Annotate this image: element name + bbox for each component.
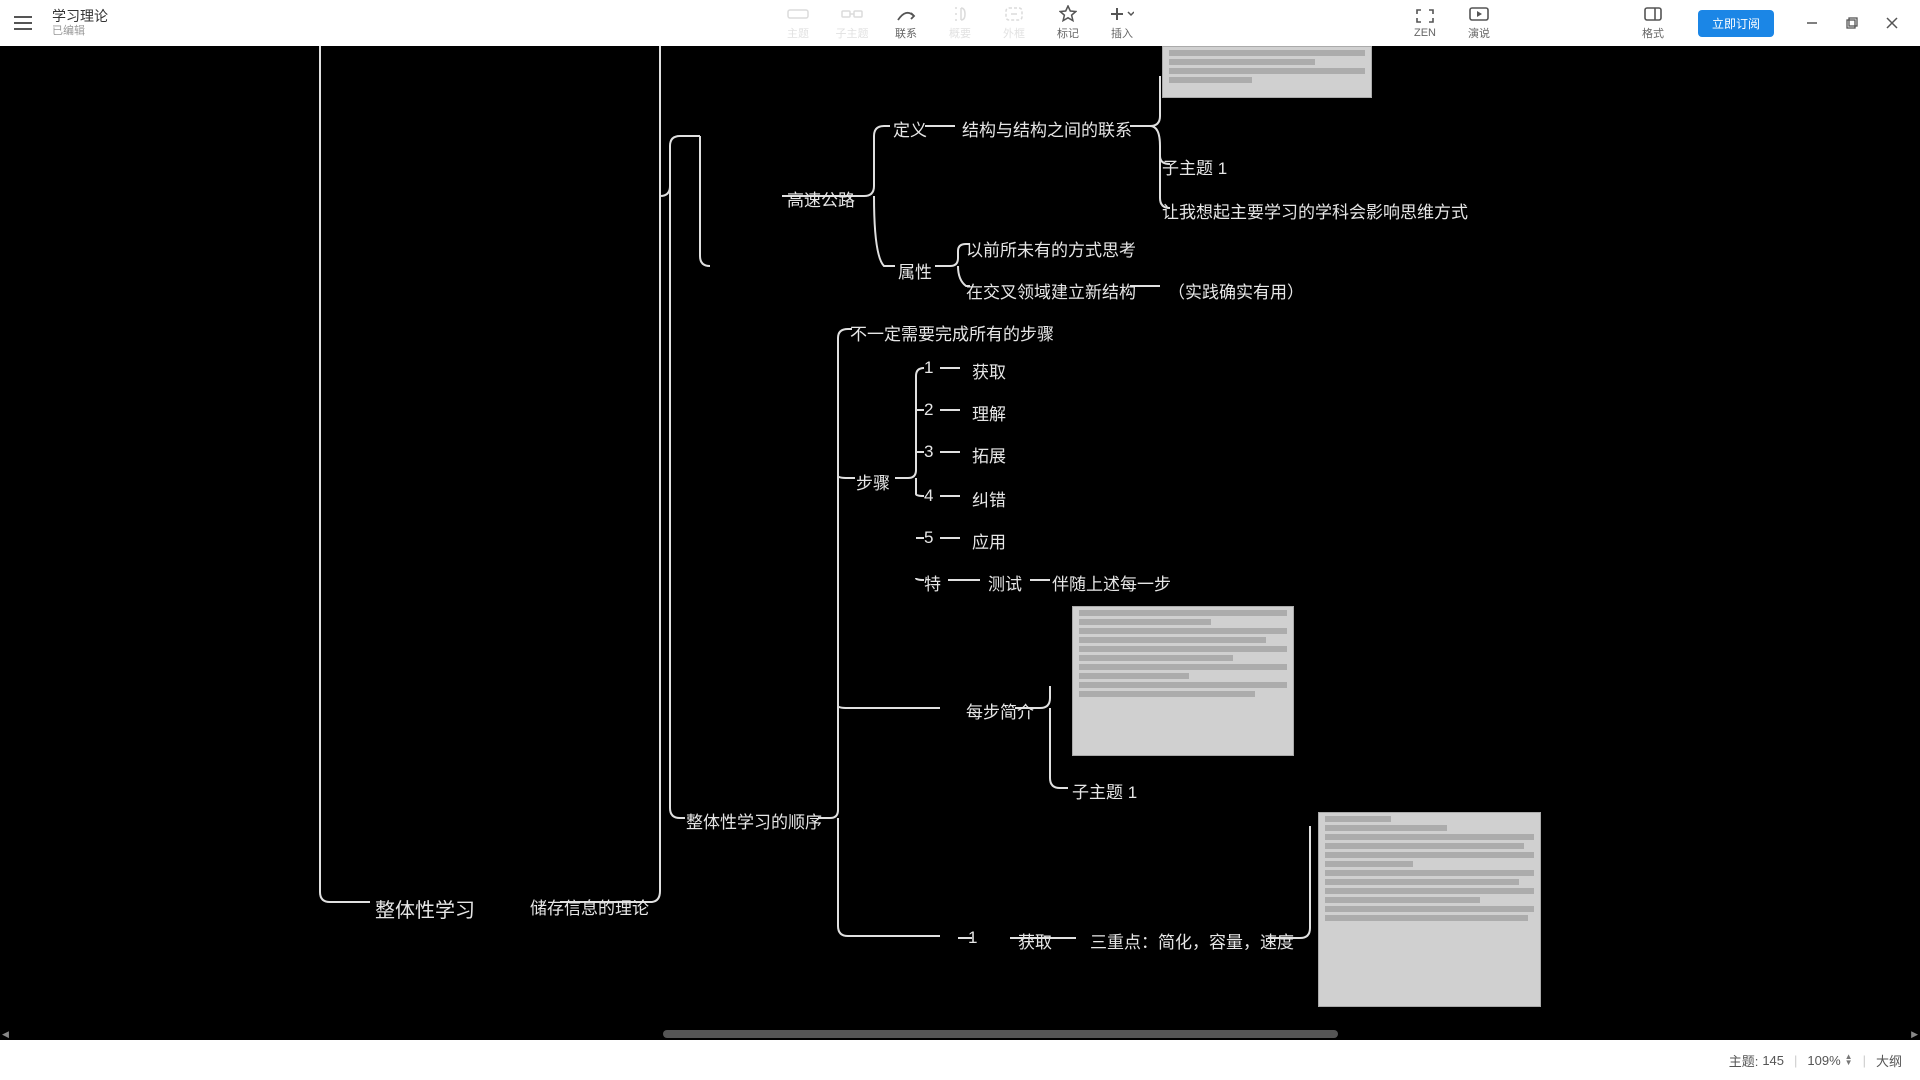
subscribe-button[interactable]: 立即订阅 (1698, 10, 1774, 37)
maximize-icon (1846, 17, 1858, 29)
tool-subtopic-label: 子主题 (836, 25, 869, 41)
node-def-sub2[interactable]: 让我想起主要学习的学科会影响思维方式 (1162, 198, 1468, 223)
separator: | (1794, 1053, 1797, 1068)
node-attr2-note[interactable]: （实践确实有用） (1168, 278, 1304, 303)
node-s3[interactable]: 3 (924, 442, 933, 462)
tool-boundary-label: 外框 (1003, 25, 1025, 41)
zen-icon (1416, 7, 1434, 25)
node-s2[interactable]: 2 (924, 400, 933, 420)
toolbar-center: 主题 子主题 联系 概要 外框 标记 插入 (771, 0, 1149, 46)
tool-format-label: 格式 (1642, 25, 1664, 41)
node-attr1[interactable]: 以前所未有的方式思考 (966, 236, 1136, 261)
node-attr2[interactable]: 在交叉领域建立新结构 (966, 278, 1136, 303)
window-maximize[interactable] (1832, 0, 1872, 46)
node-s5[interactable]: 5 (924, 528, 933, 548)
separator: | (1863, 1053, 1866, 1068)
node-s3v[interactable]: 拓展 (972, 442, 1006, 467)
node-s4v[interactable]: 纠错 (972, 486, 1006, 511)
mindmap-canvas[interactable]: 整体性学习 储存信息的理论 高速公路 定义 结构与结构之间的联系 子主题 1 让… (0, 46, 1920, 1040)
node-brief[interactable]: 每步简介 (966, 698, 1034, 723)
minimize-icon (1806, 17, 1818, 29)
hamburger-icon (14, 16, 32, 30)
tool-subtopic: 子主题 (835, 5, 869, 41)
node-order-note[interactable]: 不一定需要完成所有的步骤 (850, 320, 1054, 345)
node-s1v[interactable]: 获取 (972, 358, 1006, 383)
summary-icon (951, 5, 969, 23)
node-brief-sub[interactable]: 子主题 1 (1072, 778, 1137, 803)
outline-button[interactable]: 大纲 (1876, 1051, 1902, 1070)
format-icon (1644, 5, 1662, 23)
node-s2v[interactable]: 理解 (972, 400, 1006, 425)
scroll-track[interactable] (8, 1030, 1912, 1038)
doc-status: 已编辑 (52, 25, 108, 38)
title-bar: 学习理论 已编辑 主题 子主题 联系 概要 外框 标记 插入 (0, 0, 1920, 46)
window-minimize[interactable] (1792, 0, 1832, 46)
scroll-thumb[interactable] (663, 1030, 1338, 1038)
tool-zen[interactable]: ZEN (1408, 7, 1442, 39)
node-s6[interactable]: 特 (924, 570, 941, 595)
tool-present[interactable]: 演说 (1462, 5, 1496, 41)
node-def-sub1[interactable]: 子主题 1 (1162, 154, 1227, 179)
relation-icon (896, 5, 916, 23)
subtopic-icon (841, 5, 863, 23)
node-one-v[interactable]: 获取 (1018, 928, 1052, 953)
scroll-right-arrow[interactable]: ▶ (1911, 1029, 1918, 1040)
menu-button[interactable] (0, 0, 46, 46)
window-close[interactable] (1872, 0, 1912, 46)
tool-boundary: 外框 (997, 5, 1031, 41)
tool-marker-label: 标记 (1057, 25, 1079, 41)
toolbar-right: ZEN 演说 格式 立即订阅 (1398, 0, 1920, 46)
node-s6v[interactable]: 测试 (988, 570, 1022, 595)
present-icon (1469, 5, 1489, 23)
node-def[interactable]: 定义 (893, 116, 927, 141)
status-topic-label: 主题: (1729, 1051, 1759, 1070)
tool-relation[interactable]: 联系 (889, 5, 923, 41)
node-highway[interactable]: 高速公路 (787, 186, 855, 211)
tool-topic-label: 主题 (787, 25, 809, 41)
plus-icon (1110, 5, 1134, 23)
tool-relation-label: 联系 (895, 25, 917, 41)
node-root[interactable]: 整体性学习 (375, 894, 475, 923)
node-order[interactable]: 整体性学习的顺序 (686, 808, 822, 833)
star-icon (1059, 5, 1077, 23)
node-def-thumb[interactable] (1162, 46, 1372, 98)
node-s5v[interactable]: 应用 (972, 528, 1006, 553)
node-brief-thumb[interactable] (1072, 606, 1294, 756)
tool-summary-label: 概要 (949, 25, 971, 41)
mindmap-connectors (0, 46, 1920, 1006)
node-s6n[interactable]: 伴随上述每一步 (1052, 570, 1171, 595)
tool-format[interactable]: 格式 (1636, 5, 1670, 41)
boundary-icon (1004, 5, 1024, 23)
tool-zen-label: ZEN (1414, 27, 1436, 39)
node-attr[interactable]: 属性 (898, 258, 932, 283)
status-zoom[interactable]: 109% (1807, 1053, 1840, 1068)
doc-title-block: 学习理论 已编辑 (52, 8, 108, 38)
status-topic-count: 145 (1762, 1053, 1784, 1068)
tool-insert[interactable]: 插入 (1105, 5, 1139, 41)
close-icon (1886, 17, 1898, 29)
tool-present-label: 演说 (1468, 25, 1490, 41)
zoom-spinner[interactable]: ▲▼ (1845, 1054, 1853, 1066)
node-one-thumb[interactable] (1318, 812, 1541, 1007)
node-s1[interactable]: 1 (924, 358, 933, 378)
node-s4[interactable]: 4 (924, 486, 933, 506)
horizontal-scrollbar[interactable]: ◀ ▶ (0, 1028, 1920, 1040)
tool-insert-label: 插入 (1111, 25, 1133, 41)
chevron-down-icon: ▼ (1845, 1060, 1853, 1066)
tool-topic: 主题 (781, 5, 815, 41)
node-one[interactable]: 1 (968, 928, 977, 948)
tool-marker[interactable]: 标记 (1051, 5, 1085, 41)
status-bar: 主题: 145 | 109% ▲▼ | 大纲 (0, 1040, 1920, 1080)
topic-icon (787, 5, 809, 23)
node-one-n[interactable]: 三重点：简化，容量，速度 (1090, 928, 1294, 953)
node-def-value[interactable]: 结构与结构之间的联系 (962, 116, 1132, 141)
tool-summary: 概要 (943, 5, 977, 41)
node-steps[interactable]: 步骤 (856, 469, 890, 494)
doc-title: 学习理论 (52, 8, 108, 25)
node-storage[interactable]: 储存信息的理论 (530, 894, 649, 919)
